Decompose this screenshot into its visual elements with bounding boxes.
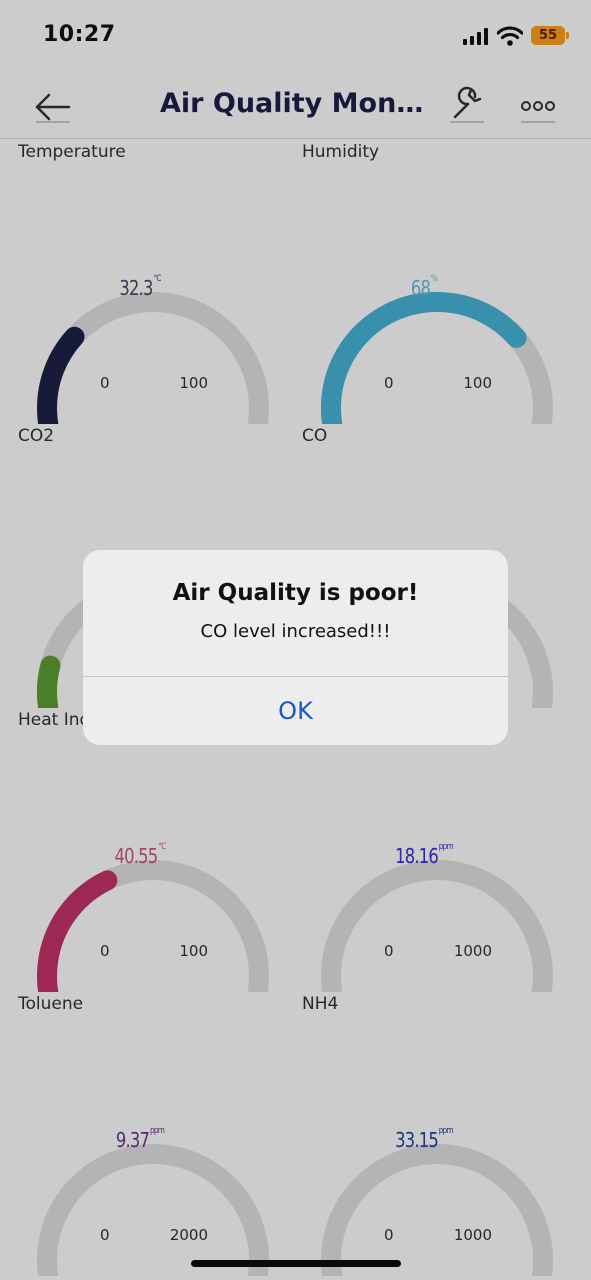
alert-title: Air Quality is poor! bbox=[172, 580, 419, 606]
alert-ok-button[interactable]: OK bbox=[83, 677, 508, 745]
home-indicator bbox=[191, 1260, 401, 1267]
alert-message: CO level increased!!! bbox=[200, 621, 391, 642]
alert-dialog: Air Quality is poor! CO level increased!… bbox=[83, 550, 508, 745]
